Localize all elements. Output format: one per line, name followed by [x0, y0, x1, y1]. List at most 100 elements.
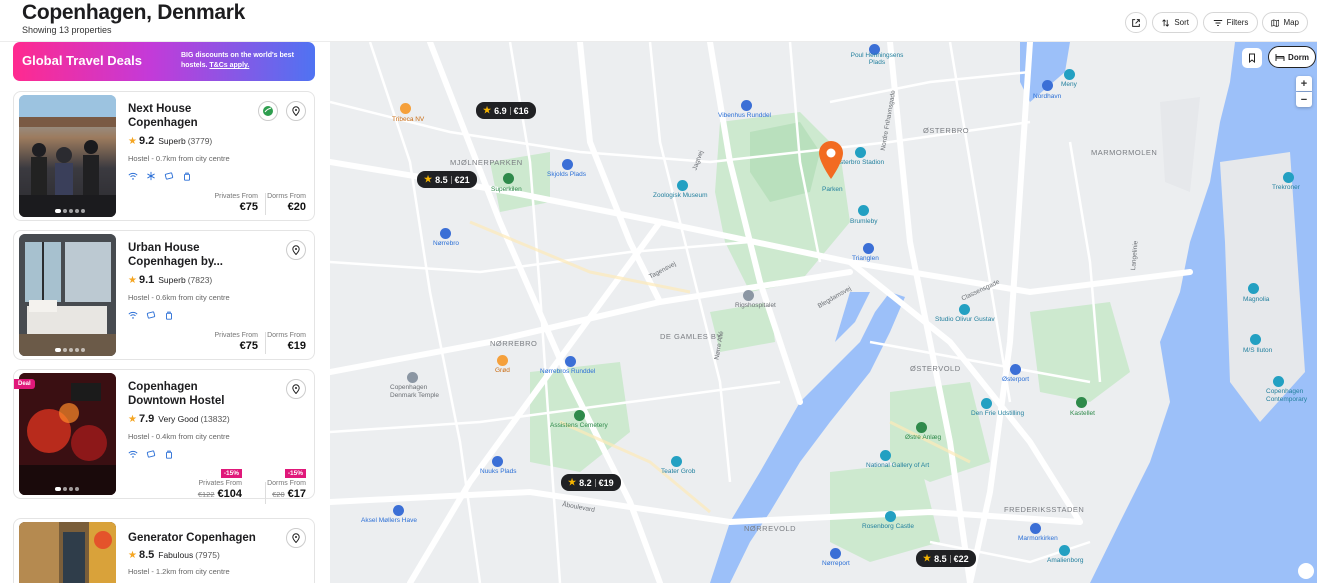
- hospital-icon[interactable]: [743, 290, 754, 301]
- map-price-tag[interactable]: ★ 8.5 €22: [916, 550, 976, 567]
- poi-label-vibenhus-runddel[interactable]: Vibenhus Runddel: [718, 112, 771, 119]
- photo-carousel-dots[interactable]: [55, 487, 79, 491]
- selected-location-pin-icon[interactable]: [817, 140, 845, 180]
- deals-banner[interactable]: Global Travel Deals BIG discounts on the…: [13, 42, 315, 81]
- map-price-tag[interactable]: ★ 8.2 €19: [561, 474, 621, 491]
- poi-label-copenhagen-contemporary[interactable]: Copenhagen Contemporary: [1266, 388, 1314, 404]
- map-price-tag[interactable]: ★ 6.9 €16: [476, 102, 536, 119]
- zoom-in-button[interactable]: +: [1296, 76, 1312, 91]
- cemetery-icon[interactable]: [574, 410, 585, 421]
- sort-button[interactable]: Sort: [1152, 12, 1198, 33]
- property-card[interactable]: Deal Copenhagen Downtown Hostel ★ 7.9 Ve…: [13, 369, 315, 504]
- share-button[interactable]: [1125, 12, 1147, 33]
- transit-icon[interactable]: [562, 159, 573, 170]
- restaurant-icon[interactable]: [497, 355, 508, 366]
- park-icon[interactable]: [503, 173, 514, 184]
- poi-label-grod[interactable]: Grød: [495, 367, 510, 374]
- poi-label-poul-henningsens[interactable]: Poul Henningsens Plads: [847, 52, 907, 66]
- shop-icon[interactable]: [1064, 69, 1075, 80]
- museum-icon[interactable]: [981, 398, 992, 409]
- property-name[interactable]: Copenhagen Downtown Hostel: [128, 380, 253, 408]
- transit-icon[interactable]: [1042, 80, 1053, 91]
- poi-label-zoologisk-museum[interactable]: Zoologisk Museum: [653, 192, 708, 199]
- transit-icon[interactable]: [830, 548, 841, 559]
- poi-label-teater-grob[interactable]: Teater Grob: [661, 468, 695, 475]
- transit-icon[interactable]: [440, 228, 451, 239]
- show-on-map-button[interactable]: [286, 379, 306, 399]
- photo-carousel-dots[interactable]: [55, 209, 85, 213]
- poi-label-copenhagen-temple[interactable]: Copenhagen Denmark Temple: [390, 384, 445, 400]
- poi-label-marmorkirken[interactable]: Marmorkirken: [1018, 535, 1058, 542]
- stadium-icon[interactable]: [855, 147, 866, 158]
- property-photo[interactable]: [19, 234, 116, 356]
- transit-icon[interactable]: [1030, 523, 1041, 534]
- poi-label-norrebros-runddel[interactable]: Nørrebros Runddel: [540, 368, 595, 375]
- property-photo[interactable]: [19, 95, 116, 217]
- poi-label-national-gallery[interactable]: National Gallery of Art: [866, 462, 929, 469]
- poi-label-parken[interactable]: Parken: [822, 186, 843, 193]
- poi-label-nordhavn[interactable]: Nordhavn: [1033, 93, 1061, 100]
- poi-label-assistens-cemetery[interactable]: Assistens Cemetery: [550, 422, 608, 429]
- map-price-tag[interactable]: ★ 8.5 €21: [417, 171, 477, 188]
- property-name[interactable]: Next House Copenhagen: [128, 102, 253, 130]
- poi-label-studio-olivur[interactable]: Studio Olivur Gustav: [935, 316, 995, 323]
- filters-button[interactable]: Filters: [1203, 12, 1258, 33]
- show-on-map-button[interactable]: [286, 528, 306, 548]
- transit-icon[interactable]: [741, 100, 752, 111]
- map-view[interactable]: MJØLNERPARKEN NØRREBRO DE GAMLES BY ØSTE…: [330, 42, 1317, 583]
- castle-icon[interactable]: [885, 511, 896, 522]
- poi-label-rosenborg-castle[interactable]: Rosenborg Castle: [862, 523, 914, 530]
- poi-label-amalienborg[interactable]: Amalienborg: [1047, 557, 1084, 564]
- poi-label-norreport[interactable]: Nørreport: [822, 560, 850, 567]
- show-on-map-button[interactable]: [286, 101, 306, 121]
- transit-icon[interactable]: [492, 456, 503, 467]
- poi-label-meny[interactable]: Meny: [1061, 81, 1077, 88]
- poi-label-magnolia[interactable]: Magnolia: [1243, 296, 1269, 303]
- museum-icon[interactable]: [880, 450, 891, 461]
- poi-label-brumleby[interactable]: Brumleby: [850, 218, 877, 225]
- banner-terms-link[interactable]: T&Cs apply.: [209, 62, 249, 69]
- theater-icon[interactable]: [671, 456, 682, 467]
- transit-icon[interactable]: [1010, 364, 1021, 375]
- poi-label-den-frie[interactable]: Den Frie Udstilling: [971, 410, 1024, 417]
- poi-label-trianglen[interactable]: Trianglen: [852, 255, 879, 262]
- restaurant-icon[interactable]: [400, 103, 411, 114]
- dorm-toggle[interactable]: Dorm: [1268, 46, 1316, 68]
- property-card[interactable]: Generator Copenhagen ★ 8.5 Fabulous (797…: [13, 518, 315, 583]
- map-button[interactable]: Map: [1262, 12, 1308, 33]
- museum-icon[interactable]: [677, 180, 688, 191]
- transit-icon[interactable]: [565, 356, 576, 367]
- boat-icon[interactable]: [1250, 334, 1261, 345]
- property-name[interactable]: Generator Copenhagen: [128, 531, 278, 545]
- poi-label-nuuks-plads[interactable]: Nuuks Plads: [480, 468, 517, 475]
- poi-label-rigshospitalet[interactable]: Rigshospitalet: [735, 302, 776, 309]
- zoom-out-button[interactable]: −: [1296, 92, 1312, 107]
- fort-icon[interactable]: [1283, 172, 1294, 183]
- poi-label-superkilen[interactable]: Superkilen: [491, 186, 522, 193]
- poi-label-osterport[interactable]: Østerport: [1002, 376, 1029, 383]
- poi-label-ostre-anlaeg[interactable]: Østre Anlæg: [905, 434, 941, 441]
- museum-icon[interactable]: [1273, 376, 1284, 387]
- property-name[interactable]: Urban House Copenhagen by...: [128, 241, 253, 269]
- church-icon[interactable]: [407, 372, 418, 383]
- park-icon[interactable]: [916, 422, 927, 433]
- poi-label-trekroner[interactable]: Trekroner: [1272, 184, 1300, 191]
- poi-icon[interactable]: [1248, 283, 1259, 294]
- photo-carousel-dots[interactable]: [55, 348, 85, 352]
- park-icon[interactable]: [858, 205, 869, 216]
- studio-icon[interactable]: [959, 304, 970, 315]
- transit-icon[interactable]: [393, 505, 404, 516]
- property-photo[interactable]: [19, 373, 116, 495]
- poi-label-aksel-mollers-have[interactable]: Aksel Møllers Have: [361, 517, 417, 524]
- property-photo[interactable]: [19, 522, 116, 583]
- poi-label-ms-iluton[interactable]: M/S Iluton: [1243, 347, 1272, 354]
- palace-icon[interactable]: [1059, 545, 1070, 556]
- save-map-button[interactable]: [1242, 48, 1262, 68]
- map-scroll-handle[interactable]: [1298, 563, 1314, 579]
- poi-label-kastellet[interactable]: Kastellet: [1070, 410, 1095, 417]
- poi-label-tribeca[interactable]: Tribeca NV: [392, 116, 424, 123]
- sustainability-button[interactable]: [258, 101, 278, 121]
- property-card[interactable]: Urban House Copenhagen by... ★ 9.1 Super…: [13, 230, 315, 360]
- poi-label-norrebro-station[interactable]: Nørrebro: [433, 240, 459, 247]
- fort-icon[interactable]: [1076, 397, 1087, 408]
